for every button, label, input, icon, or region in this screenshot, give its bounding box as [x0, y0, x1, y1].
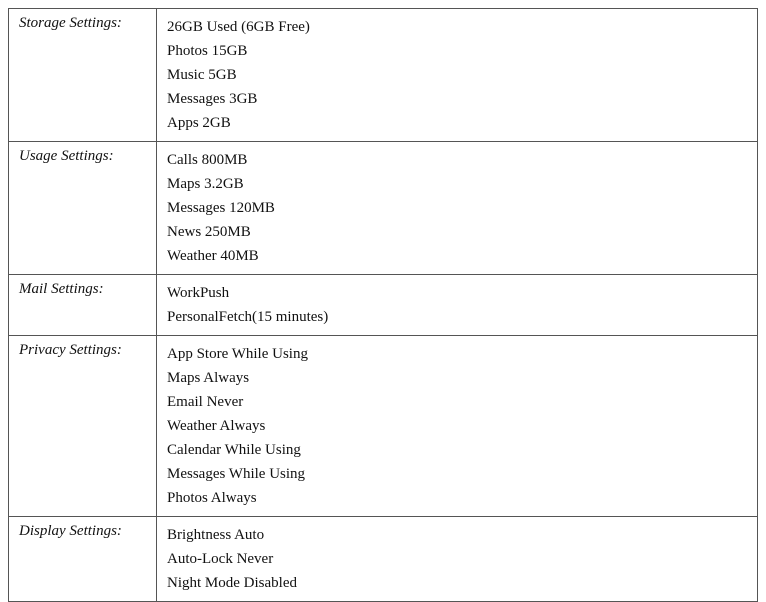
- setting-value-line: Calls 800MB: [167, 152, 247, 168]
- setting-label: Usage Settings:: [9, 142, 157, 275]
- setting-value-line: Photos 15GB: [167, 43, 247, 59]
- setting-value-line: WorkPush: [167, 285, 229, 301]
- setting-value-line: Messages 120MB: [167, 200, 275, 216]
- setting-value: Brightness Auto Auto-Lock Never Night Mode…: [157, 517, 758, 602]
- setting-value-line: Maps Always: [167, 370, 249, 386]
- setting-value-line: Email Never: [167, 394, 243, 410]
- setting-value-line: Calendar While Using: [167, 442, 301, 458]
- setting-value-line: App Store While Using: [167, 346, 308, 362]
- setting-value-line: Brightness Auto: [167, 527, 264, 543]
- table-row: Usage Settings: Calls 800MB Maps 3.2GB Mess…: [9, 142, 758, 275]
- setting-label: Privacy Settings:: [9, 336, 157, 517]
- setting-value-line: Messages While Using: [167, 466, 305, 482]
- setting-value-line: Auto-Lock Never: [167, 551, 273, 567]
- setting-value-line: Maps 3.2GB: [167, 176, 244, 192]
- setting-value-line: 26GB Used (6GB Free): [167, 19, 310, 35]
- setting-value-line: Night Mode Disabled: [167, 575, 297, 591]
- setting-value: App Store While Using Maps Always Email Ne…: [157, 336, 758, 517]
- setting-value-line: Music 5GB: [167, 67, 237, 83]
- table-row: Display Settings: Brightness Auto Auto-Loc…: [9, 517, 758, 602]
- table-row: Storage Settings: 26GB Used (6GB Free) Pho…: [9, 9, 758, 142]
- setting-label: Display Settings:: [9, 517, 157, 602]
- setting-value: Calls 800MB Maps 3.2GB Messages 120MB News …: [157, 142, 758, 275]
- settings-table: Storage Settings: 26GB Used (6GB Free) Pho…: [8, 8, 758, 602]
- setting-value-line: Photos Always: [167, 490, 257, 506]
- setting-value-line: News 250MB: [167, 224, 251, 240]
- setting-value-line: Weather 40MB: [167, 248, 259, 264]
- setting-value-line: Messages 3GB: [167, 91, 257, 107]
- table-row: Privacy Settings: App Store While Using Ma…: [9, 336, 758, 517]
- setting-value: 26GB Used (6GB Free) Photos 15GB Music 5GB…: [157, 9, 758, 142]
- setting-value-line: Weather Always: [167, 418, 265, 434]
- table-row: Mail Settings: WorkPush PersonalFetch(15 m…: [9, 275, 758, 336]
- setting-label: Storage Settings:: [9, 9, 157, 142]
- setting-value-line: Apps 2GB: [167, 115, 231, 131]
- setting-value: WorkPush PersonalFetch(15 minutes): [157, 275, 758, 336]
- setting-label: Mail Settings:: [9, 275, 157, 336]
- setting-value-line: PersonalFetch(15 minutes): [167, 309, 328, 325]
